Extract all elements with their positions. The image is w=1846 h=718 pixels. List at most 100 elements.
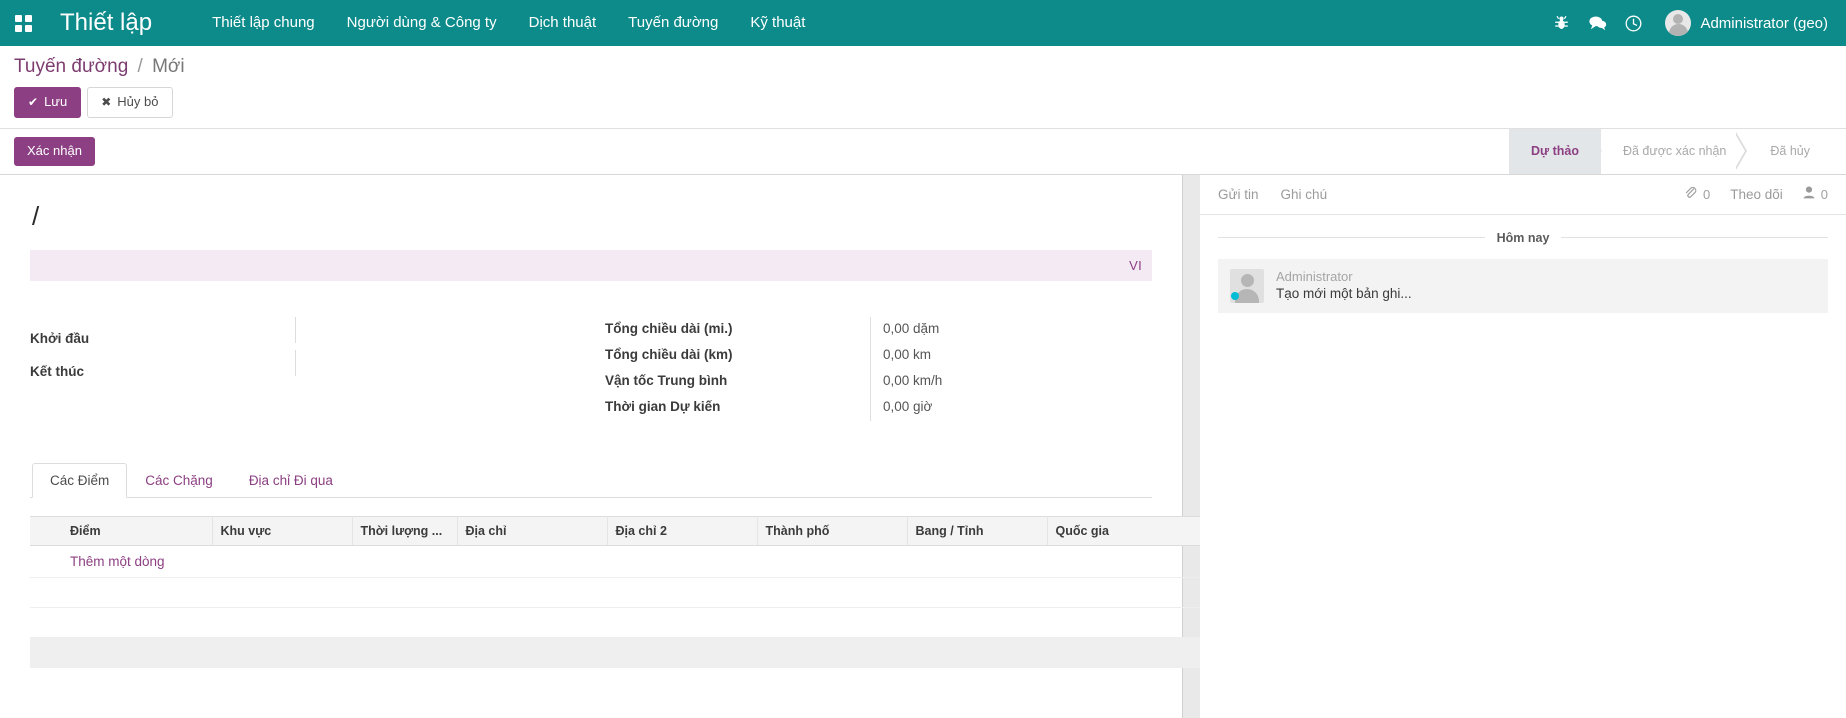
apps-grid-icon	[15, 15, 32, 32]
column-area[interactable]: Khu vực	[212, 516, 352, 545]
points-table: Điểm Khu vực Thời lượng ... Địa chỉ Địa …	[30, 516, 1200, 668]
field-label-total-distance-km: Tổng chiều dài (km)	[605, 343, 870, 366]
table-footer-bar	[30, 637, 1200, 667]
statusbar-actions: Xác nhận	[0, 129, 1509, 174]
chatter-day-label: Hôm nay	[1497, 231, 1550, 245]
discard-button-label: Hủy bỏ	[117, 94, 158, 111]
app-brand-title: Thiết lập	[60, 9, 152, 37]
chatter-topbar: Gửi tin Ghi chú 0 Theo dõi	[1200, 175, 1846, 215]
field-label-expected-time: Thời gian Dự kiến	[605, 395, 870, 418]
field-label-start: Khởi đầu	[30, 327, 295, 350]
avatar	[1665, 10, 1691, 36]
field-label-average-speed: Vận tốc Trung bình	[605, 369, 870, 392]
apps-menu-button[interactable]	[0, 0, 46, 46]
add-line-link[interactable]: Thêm một dòng	[70, 554, 165, 569]
field-row-start: Khởi đầu	[30, 317, 605, 350]
menu-item-technical[interactable]: Kỹ thuật	[734, 0, 821, 46]
attachment-count: 0	[1703, 187, 1710, 202]
chatter-pane: Gửi tin Ghi chú 0 Theo dõi	[1200, 175, 1846, 718]
log-note-button[interactable]: Ghi chú	[1281, 187, 1328, 202]
field-row-total-distance-km: Tổng chiều dài (km) 0,00 km	[605, 343, 1152, 369]
discard-button[interactable]: ✖ Hủy bỏ	[87, 87, 172, 118]
divider-line-left	[1218, 237, 1485, 238]
form-sheet: / VI Khởi đầu Kết thúc	[0, 175, 1183, 718]
chatter-message: Administrator Tạo mới một bản ghi...	[1218, 259, 1828, 313]
status-step-cancelled-label: Đã hủy	[1770, 144, 1810, 158]
points-table-body: Thêm một dòng	[30, 545, 1200, 667]
navbar-right-tools: Administrator (geo)	[1543, 0, 1832, 46]
status-pipeline: Dự thảo Đã được xác nhận Đã hủy	[1509, 129, 1846, 174]
chatter-message-text: Tạo mới một bản ghi...	[1276, 286, 1816, 301]
name-translate-field[interactable]: VI	[30, 250, 1152, 281]
column-address[interactable]: Địa chỉ	[457, 516, 607, 545]
column-country[interactable]: Quốc gia	[1047, 516, 1200, 545]
main-menu: Thiết lập chung Người dùng & Công ty Dịc…	[196, 0, 821, 46]
menu-item-general-settings[interactable]: Thiết lập chung	[196, 0, 331, 46]
field-row-average-speed: Vận tốc Trung bình 0,00 km/h	[605, 369, 1152, 395]
column-address2[interactable]: Địa chỉ 2	[607, 516, 757, 545]
follow-button[interactable]: Theo dõi	[1730, 187, 1783, 202]
table-header-row: Điểm Khu vực Thời lượng ... Địa chỉ Địa …	[30, 516, 1200, 545]
attachments-button[interactable]: 0	[1684, 186, 1710, 202]
avatar	[1230, 269, 1264, 303]
column-point[interactable]: Điểm	[62, 516, 212, 545]
chatter-message-author: Administrator	[1276, 269, 1816, 284]
points-table-header: Điểm Khu vực Thời lượng ... Địa chỉ Địa …	[30, 516, 1200, 545]
form-pane: / VI Khởi đầu Kết thúc	[0, 175, 1200, 718]
tab-points[interactable]: Các Điểm	[32, 463, 127, 498]
send-message-button[interactable]: Gửi tin	[1218, 187, 1259, 202]
page-title: /	[30, 201, 1152, 232]
messages-icon[interactable]	[1579, 0, 1615, 46]
user-menu[interactable]: Administrator (geo)	[1651, 10, 1832, 36]
tab-waypoints[interactable]: Địa chỉ Đi qua	[231, 463, 351, 498]
field-value-end[interactable]	[295, 350, 605, 376]
tab-legs[interactable]: Các Chặng	[127, 463, 231, 498]
form-column-right: Tổng chiều dài (mi.) 0,00 dặm Tổng chiều…	[605, 317, 1152, 421]
menu-item-users-companies[interactable]: Người dùng & Công ty	[331, 0, 513, 46]
main-content: / VI Khởi đầu Kết thúc	[0, 175, 1846, 718]
breadcrumb-current: Mới	[152, 56, 185, 77]
save-button-label: Lưu	[44, 94, 67, 111]
paperclip-icon	[1684, 186, 1697, 202]
breadcrumb: Tuyến đường / Mới	[14, 56, 1832, 78]
chatter-message-body: Administrator Tạo mới một bản ghi...	[1276, 269, 1816, 301]
menu-item-translations[interactable]: Dịch thuật	[513, 0, 613, 46]
statusbar: Xác nhận Dự thảo Đã được xác nhận Đã hủy	[0, 129, 1846, 175]
bug-icon[interactable]	[1543, 0, 1579, 46]
breadcrumb-root[interactable]: Tuyến đường	[14, 56, 128, 77]
form-columns: Khởi đầu Kết thúc Tổng chiều dài (mi.) 0…	[30, 317, 1152, 421]
chatter-right-tools: 0 Theo dõi 0	[1684, 186, 1828, 202]
menu-item-routes[interactable]: Tuyến đường	[612, 0, 734, 46]
breadcrumb-separator: /	[138, 56, 143, 77]
field-value-start[interactable]	[295, 317, 605, 343]
field-value-total-distance-mi: 0,00 dặm	[870, 317, 1152, 343]
status-step-draft[interactable]: Dự thảo	[1509, 129, 1601, 174]
notebook: Các Điểm Các Chặng Địa chỉ Đi qua Điểm K…	[30, 463, 1152, 668]
save-button[interactable]: ✔ Lưu	[14, 87, 81, 118]
form-column-left: Khởi đầu Kết thúc	[30, 317, 605, 421]
field-value-total-distance-km: 0,00 km	[870, 343, 1152, 369]
followers-count: 0	[1821, 187, 1828, 202]
column-state[interactable]: Bang / Tỉnh	[907, 516, 1047, 545]
field-value-average-speed: 0,00 km/h	[870, 369, 1152, 395]
add-line-cell: Thêm một dòng	[30, 545, 1200, 577]
language-badge[interactable]: VI	[1129, 258, 1142, 273]
chatter-thread: Hôm nay Administrator Tạo mới một bản gh…	[1218, 215, 1828, 313]
followers-button[interactable]: 0	[1803, 186, 1828, 202]
status-arrow-icon	[1734, 132, 1745, 170]
column-city[interactable]: Thành phố	[757, 516, 907, 545]
add-line-row: Thêm một dòng	[30, 545, 1200, 577]
column-duration[interactable]: Thời lượng ...	[352, 516, 457, 545]
field-label-total-distance-mi: Tổng chiều dài (mi.)	[605, 317, 870, 340]
activity-clock-icon[interactable]	[1615, 0, 1651, 46]
confirm-button[interactable]: Xác nhận	[14, 137, 95, 166]
status-step-confirmed[interactable]: Đã được xác nhận	[1601, 129, 1748, 174]
times-icon: ✖	[101, 95, 111, 111]
field-row-end: Kết thúc	[30, 350, 605, 383]
user-icon	[1803, 186, 1815, 202]
divider-line-right	[1561, 237, 1828, 238]
status-step-cancelled[interactable]: Đã hủy	[1748, 129, 1832, 174]
status-step-draft-label: Dự thảo	[1531, 144, 1579, 158]
control-panel-buttons: ✔ Lưu ✖ Hủy bỏ	[14, 87, 1832, 128]
table-row	[30, 577, 1200, 607]
